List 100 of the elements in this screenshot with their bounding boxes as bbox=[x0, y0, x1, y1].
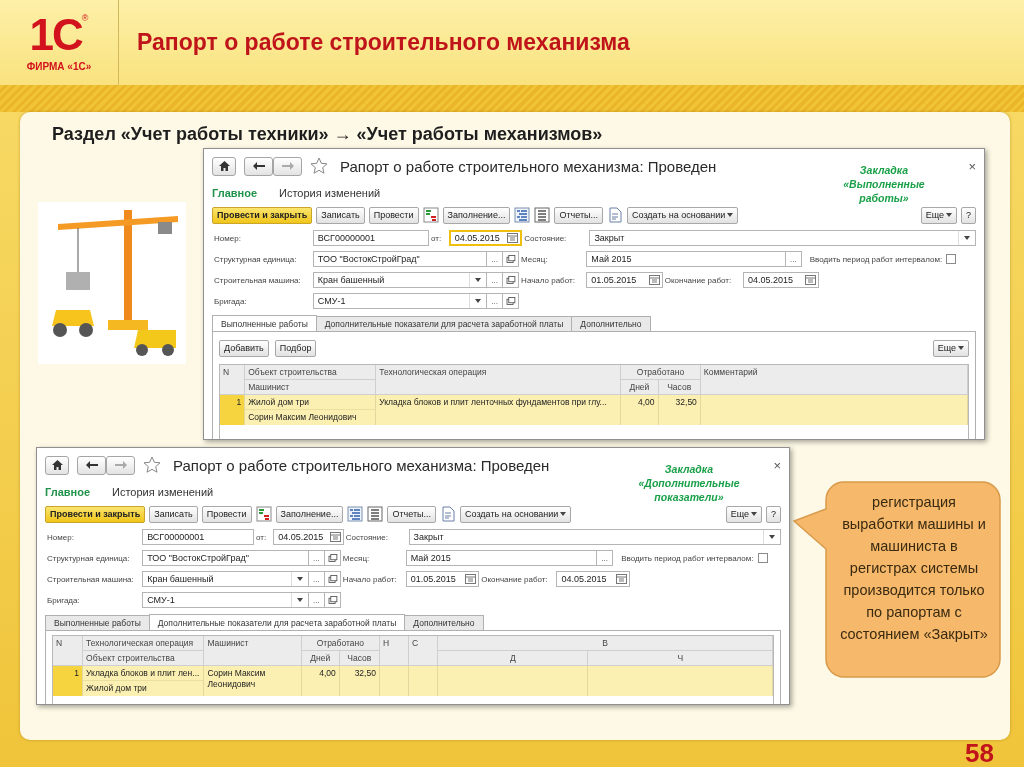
tab[interactable]: Дополнительно bbox=[404, 615, 484, 630]
open-icon[interactable] bbox=[503, 251, 520, 267]
list-icon[interactable] bbox=[514, 207, 531, 223]
field-label: Месяц: bbox=[520, 254, 548, 264]
calendar-icon[interactable] bbox=[648, 275, 660, 285]
tab[interactable]: Дополнительные показатели для расчета заработной платы bbox=[315, 316, 573, 331]
open-icon[interactable] bbox=[503, 272, 520, 288]
toolbar-button[interactable]: Заполнение... bbox=[442, 206, 511, 224]
input-field[interactable]: СМУ-1 bbox=[312, 293, 488, 309]
toolbar-button[interactable]: Записать bbox=[316, 206, 365, 224]
calendar-icon[interactable] bbox=[507, 233, 519, 243]
slide-title: Рапорт о работе строительного механизма bbox=[137, 29, 630, 56]
section-link[interactable]: История изменений bbox=[112, 486, 214, 498]
star-icon[interactable] bbox=[310, 157, 328, 175]
input-field[interactable]: СМУ-1 bbox=[142, 592, 309, 608]
select-button[interactable]: ... bbox=[487, 272, 504, 288]
tab[interactable]: Дополнительно bbox=[571, 316, 651, 331]
close-button[interactable]: × bbox=[773, 458, 781, 473]
help-button[interactable]: ? bbox=[766, 505, 781, 523]
table-cell: 4,00 bbox=[621, 395, 659, 425]
table-cell: Сорин Максим Леонидович bbox=[204, 666, 302, 696]
menu-button[interactable]: Создать на основании bbox=[627, 206, 739, 224]
back-button[interactable] bbox=[77, 455, 106, 475]
toolbar-button[interactable]: Отчеты... bbox=[387, 505, 436, 523]
toolbar-button[interactable]: Провести bbox=[368, 206, 419, 224]
field-label: Строительная машина: bbox=[213, 275, 301, 285]
field-label: Состояние: bbox=[523, 233, 567, 243]
tab[interactable]: Дополнительные показатели для расчета заработной платы bbox=[148, 614, 406, 630]
input-field[interactable]: Кран башенный bbox=[312, 272, 488, 288]
help-button[interactable]: ? bbox=[961, 206, 976, 224]
input-field[interactable]: ВСГ00000001 bbox=[312, 230, 429, 246]
input-field[interactable]: Май 2015 bbox=[586, 251, 786, 267]
table-cell: Жилой дом три bbox=[245, 395, 377, 410]
date-field[interactable]: 04.05.2015 bbox=[448, 230, 523, 246]
calendar-icon[interactable] bbox=[805, 275, 817, 285]
list-icon[interactable] bbox=[347, 506, 364, 522]
input-field[interactable]: Закрыт bbox=[408, 529, 781, 545]
date-field[interactable]: 04.05.2015 bbox=[556, 571, 631, 587]
section-link[interactable]: История изменений bbox=[279, 187, 381, 199]
checkbox[interactable] bbox=[946, 254, 957, 264]
column-header: Объект строительства bbox=[83, 651, 205, 666]
field-label: Бригада: bbox=[46, 595, 80, 605]
calendar-icon[interactable] bbox=[616, 574, 628, 584]
input-field[interactable]: ВСГ00000001 bbox=[142, 529, 254, 545]
toolbar-button[interactable]: Заполнение... bbox=[275, 505, 344, 523]
home-button[interactable] bbox=[212, 156, 236, 176]
date-field[interactable]: 04.05.2015 bbox=[742, 272, 820, 288]
logo-mark: 1С bbox=[29, 13, 82, 57]
select-button[interactable]: ... bbox=[597, 550, 614, 566]
tab[interactable]: Выполненные работы bbox=[45, 615, 150, 630]
select-button[interactable]: ... bbox=[487, 251, 504, 267]
toolbar-button[interactable]: Записать bbox=[149, 505, 198, 523]
menu-button[interactable]: Еще bbox=[920, 206, 957, 224]
calendar-icon[interactable] bbox=[465, 574, 477, 584]
forward-icon bbox=[114, 461, 127, 469]
input-field[interactable]: Май 2015 bbox=[405, 550, 598, 566]
toolbar-button[interactable]: Провести и закрыть bbox=[212, 206, 313, 224]
toolbar-button[interactable]: Провести bbox=[201, 505, 252, 523]
open-icon[interactable] bbox=[503, 293, 520, 309]
command-button[interactable]: Добавить bbox=[219, 339, 269, 357]
input-field[interactable]: Закрыт bbox=[589, 230, 976, 246]
input-field[interactable]: Кран башенный bbox=[142, 571, 309, 587]
menu-button[interactable]: Еще bbox=[725, 505, 762, 523]
field-label: Номер: bbox=[213, 233, 241, 243]
toolbar-button[interactable]: Отчеты... bbox=[554, 206, 603, 224]
date-field[interactable]: 01.05.2015 bbox=[405, 571, 480, 587]
command-button[interactable]: Подбор bbox=[274, 339, 317, 357]
date-field[interactable]: 01.05.2015 bbox=[586, 272, 663, 288]
caret-icon bbox=[751, 512, 757, 516]
table-icon[interactable] bbox=[534, 207, 551, 223]
document-icon[interactable] bbox=[607, 207, 623, 223]
date-field[interactable]: 04.05.2015 bbox=[273, 529, 344, 545]
menu-button[interactable]: Создать на основании bbox=[460, 505, 572, 523]
table-cell: Укладка блоков и плит лен... bbox=[83, 666, 205, 681]
column-header: Объект строительства bbox=[245, 365, 377, 380]
column-header: Н bbox=[379, 636, 409, 666]
back-button[interactable] bbox=[244, 156, 273, 176]
column-header: Дней bbox=[621, 380, 659, 395]
home-button[interactable] bbox=[45, 455, 69, 475]
input-field[interactable]: ТОО "ВостокСтройГрад" bbox=[142, 550, 309, 566]
ledger-icon[interactable] bbox=[422, 207, 439, 223]
menu-button[interactable]: Еще bbox=[932, 339, 969, 357]
checkbox[interactable] bbox=[757, 553, 768, 563]
toolbar-button[interactable]: Провести и закрыть bbox=[45, 505, 146, 523]
window-title: Рапорт о работе строительного механизма: Проведен bbox=[173, 456, 550, 474]
calendar-icon[interactable] bbox=[329, 532, 341, 542]
table-icon[interactable] bbox=[367, 506, 384, 522]
table-cell: 32,50 bbox=[658, 395, 701, 425]
section-link[interactable]: Главное bbox=[212, 187, 258, 199]
tab[interactable]: Выполненные работы bbox=[212, 315, 317, 331]
section-path: Раздел «Учет работы техники» → «Учет работы механизмов» bbox=[52, 124, 603, 145]
section-link[interactable]: Главное bbox=[45, 486, 91, 498]
caret-icon bbox=[560, 512, 567, 516]
select-button[interactable]: ... bbox=[487, 293, 504, 309]
close-button[interactable]: × bbox=[968, 159, 976, 174]
column-header: Часов bbox=[658, 380, 701, 395]
document-icon[interactable] bbox=[440, 506, 456, 522]
star-icon[interactable] bbox=[143, 456, 161, 474]
input-field[interactable]: ТОО "ВостокСтройГрад" bbox=[312, 251, 488, 267]
ledger-icon[interactable] bbox=[255, 506, 272, 522]
